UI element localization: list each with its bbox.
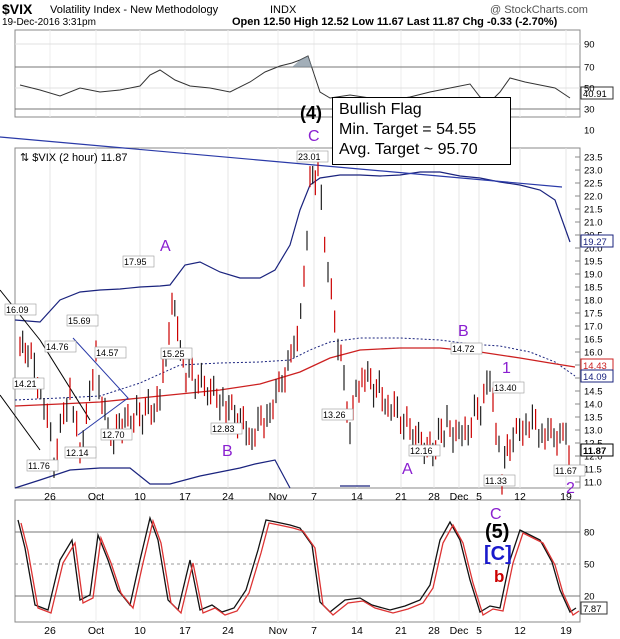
lower-tick-label: 50: [584, 560, 595, 571]
y-tick-label: 16.0: [584, 348, 603, 359]
callout-avg-target: Avg. Target ~ 95.70: [339, 141, 478, 158]
x-axis-label-bottom: 5: [476, 625, 482, 637]
wave-label-2: 2: [566, 480, 575, 497]
x-axis-label-bottom: 7: [311, 625, 317, 637]
y-tick-label: 17.5: [584, 309, 603, 320]
price-label: 14.21: [14, 379, 37, 389]
x-axis-label-bottom: 26: [44, 625, 56, 637]
rsi-tick-label: 30: [584, 105, 595, 116]
right-tag-label: 19.27: [583, 237, 607, 248]
lower-label-5: (5): [485, 521, 509, 543]
right-tag-label: 14.09: [583, 372, 607, 383]
price-label: 12.70: [102, 430, 125, 440]
callout-title: Bullish Flag: [339, 101, 422, 118]
right-tag-label: 11.87: [583, 446, 606, 457]
x-axis-label: 14: [351, 491, 363, 503]
x-axis-label-bottom: 10: [134, 625, 146, 637]
x-axis-label-bottom: 14: [351, 625, 363, 637]
wave-label-a-left: A: [160, 238, 171, 255]
price-label: 11.33: [485, 476, 507, 486]
price-label: 13.26: [323, 410, 346, 420]
bullish-flag-callout: Bullish Flag Min. Target = 54.55 Avg. Ta…: [332, 97, 511, 165]
y-tick-label: 22.0: [584, 192, 603, 203]
wave-label-b-right: B: [458, 323, 469, 340]
main-panel-frame: [14, 147, 581, 489]
price-label: 15.69: [68, 316, 91, 326]
y-tick-label: 19.5: [584, 257, 603, 268]
rsi-tick-label: 90: [584, 40, 595, 51]
y-tick-label: 11.5: [584, 465, 602, 476]
y-tick-label: 18.5: [584, 283, 603, 294]
price-label: 17.95: [124, 257, 147, 267]
wave-label-1: 1: [502, 360, 511, 377]
lower-tick-label: 80: [584, 528, 595, 539]
x-axis-label: 24: [222, 491, 234, 503]
x-axis-label: Dec: [450, 491, 469, 503]
x-axis-label: 7: [311, 491, 317, 503]
bollinger-upper: [14, 171, 571, 323]
x-axis-label: 26: [44, 491, 56, 503]
rsi-tick-label: 70: [584, 63, 595, 74]
x-axis-label-bottom: 21: [395, 625, 407, 637]
x-axis-label: Oct: [88, 491, 104, 503]
x-axis-label-bottom: 19: [560, 625, 572, 637]
y-tick-label: 21.0: [584, 218, 603, 229]
rsi-line: [19, 55, 571, 103]
price-label: 12.16: [410, 446, 433, 456]
x-axis-label: 17: [179, 491, 191, 503]
price-label: 12.14: [66, 448, 89, 458]
price-label: 11.76: [28, 461, 50, 471]
lower-label-b: b: [494, 567, 504, 586]
x-axis-label-bottom: Dec: [450, 625, 469, 637]
wave-label-a-right: A: [402, 461, 413, 478]
price-label: 14.72: [452, 344, 475, 354]
x-axis-label-bottom: Oct: [88, 625, 104, 637]
lower-last-tag: 7.87: [583, 604, 602, 615]
chart-svg: 23.523.022.522.021.521.020.520.019.519.0…: [0, 29, 614, 637]
price-label: 12.83: [212, 424, 235, 434]
x-axis-label: Nov: [269, 491, 288, 503]
y-tick-label: 14.0: [584, 400, 603, 411]
price-label: 23.01: [298, 152, 321, 162]
y-tick-label: 11.0: [584, 478, 602, 489]
x-axis-label-bottom: 17: [179, 625, 191, 637]
price-label: 16.09: [6, 305, 29, 315]
lower-tick-label: 20: [584, 592, 595, 603]
price-label: 15.25: [162, 349, 185, 359]
x-axis-label-bottom: 12: [514, 625, 526, 637]
y-tick-label: 21.5: [584, 205, 603, 216]
price-label: 14.57: [96, 348, 119, 358]
wave-label-4: (4): [300, 103, 322, 123]
x-axis-label: 12: [514, 491, 526, 503]
rsi-last-tag: 40.91: [583, 89, 607, 100]
y-tick-label: 16.5: [584, 335, 603, 346]
trend-black-2: [0, 394, 41, 451]
y-tick-label: 17.0: [584, 322, 603, 333]
y-tick-label: 14.5: [584, 387, 603, 398]
x-axis-label-bottom: 24: [222, 625, 234, 637]
x-axis-label: 5: [476, 491, 482, 503]
x-axis-label-bottom: 28: [428, 625, 440, 637]
x-axis-label: 10: [134, 491, 146, 503]
y-tick-label: 13.5: [584, 413, 603, 424]
rsi-tick-label: 10: [584, 126, 595, 137]
main-panel-label: ⇅ $VIX (2 hour) 11.87: [20, 152, 128, 164]
chart-root: $VIX Volatility Index - New Methodology …: [0, 0, 620, 639]
y-tick-label: 22.5: [584, 179, 603, 190]
x-axis-label: 28: [428, 491, 440, 503]
price-label: 14.76: [46, 342, 69, 352]
y-tick-label: 23.5: [584, 153, 603, 164]
wave-label-b-left: B: [222, 443, 233, 460]
price-label: 13.40: [494, 383, 517, 393]
callout-min-target: Min. Target = 54.55: [339, 121, 477, 138]
lower-label-bigc: [C]: [484, 543, 512, 565]
y-tick-label: 18.0: [584, 296, 603, 307]
x-axis-label-bottom: Nov: [269, 625, 288, 637]
price-label: 11.67: [555, 466, 577, 476]
wave-label-c-top: C: [308, 128, 320, 145]
y-tick-label: 19.0: [584, 270, 603, 281]
y-tick-label: 13.0: [584, 426, 603, 437]
x-axis-label: 21: [395, 491, 407, 503]
y-tick-label: 23.0: [584, 166, 603, 177]
